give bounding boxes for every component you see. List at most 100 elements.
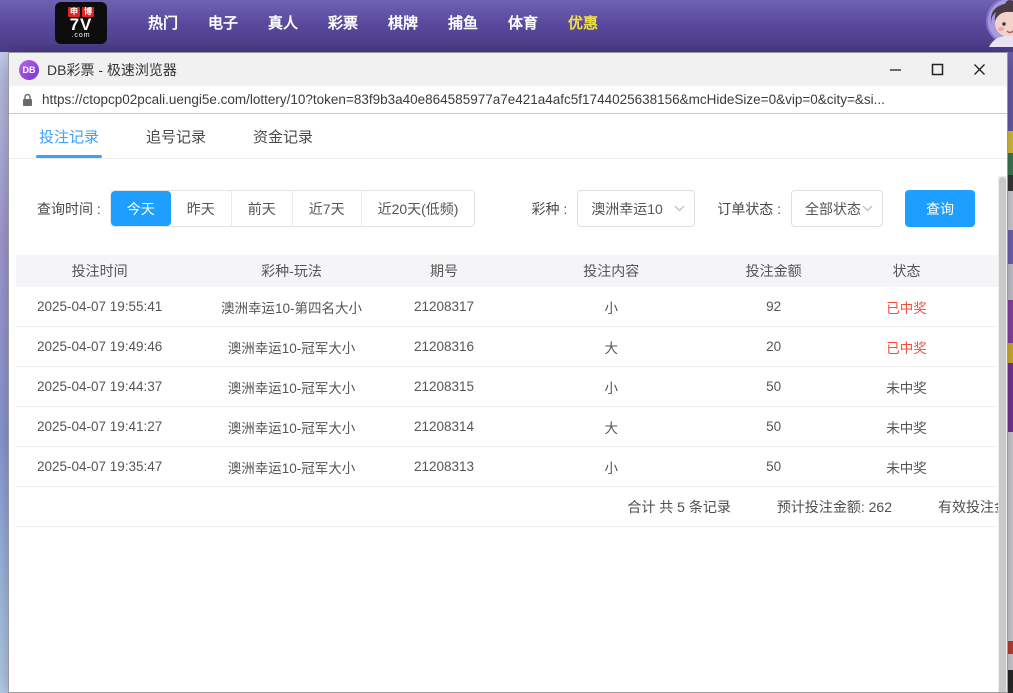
- header-game-play: 彩种-玩法: [183, 261, 399, 281]
- time-option-today[interactable]: 今天: [111, 191, 171, 226]
- cell-bet-content: 大: [488, 337, 734, 357]
- scrollbar-thumb[interactable]: [999, 177, 1006, 693]
- cell-issue: 21208315: [400, 379, 489, 394]
- cell-bet-time: 2025-04-07 19:35:47: [16, 459, 183, 474]
- search-button[interactable]: 查询: [905, 190, 975, 227]
- table-row: 2025-04-07 19:44:37 澳洲幸运10-冠军大小 21208315…: [16, 367, 1000, 407]
- url-bar: https://ctopcp02pcali.uengi5e.com/lotter…: [9, 86, 1007, 114]
- nav-item-promo[interactable]: 优惠: [553, 12, 613, 33]
- close-icon: [973, 63, 986, 76]
- time-option-last-7-days[interactable]: 近7天: [292, 191, 361, 226]
- window-controls: [881, 58, 997, 82]
- lock-icon: [22, 93, 33, 107]
- window-titlebar: DB DB彩票 - 极速浏览器: [9, 53, 1007, 86]
- lottery-filter-label: 彩种 :: [531, 199, 567, 219]
- header-bet-time: 投注时间: [16, 261, 183, 281]
- cell-issue: 21208314: [400, 419, 489, 434]
- maximize-button[interactable]: [923, 58, 951, 82]
- cell-bet-amount: 92: [734, 299, 813, 314]
- background-page-left-sliver: [0, 52, 8, 693]
- order-status-value: 全部状态: [805, 199, 861, 219]
- tab-fund-records[interactable]: 资金记录: [253, 114, 313, 158]
- cell-game-play: 澳洲幸运10-冠军大小: [183, 457, 399, 477]
- background-page-gap: [0, 45, 1013, 52]
- cell-game-play: 澳洲幸运10-冠军大小: [183, 377, 399, 397]
- nav-item-lottery[interactable]: 彩票: [313, 12, 373, 33]
- close-button[interactable]: [965, 58, 993, 82]
- chevron-down-icon: [862, 205, 873, 212]
- window-title: DB彩票 - 极速浏览器: [47, 60, 177, 80]
- table-summary-row: 合计 共 5 条记录 预计投注金额: 262 有效投注金额: [16, 487, 1008, 527]
- db-favicon: DB: [19, 60, 39, 80]
- cell-bet-time: 2025-04-07 19:55:41: [16, 299, 183, 314]
- time-option-day-before[interactable]: 前天: [231, 191, 292, 226]
- cell-bet-content: 小: [488, 377, 734, 397]
- header-issue: 期号: [400, 261, 489, 281]
- background-page-right-sliver: [1008, 52, 1013, 693]
- main-nav: 热门 电子 真人 彩票 棋牌 捕鱼 体育 优惠: [133, 12, 613, 33]
- page-content: 投注记录 追号记录 资金记录 查询时间 : 今天 昨天 前天 近7天 近20天(…: [9, 114, 1007, 692]
- cell-bet-amount: 50: [734, 459, 813, 474]
- maximize-icon: [931, 63, 944, 76]
- nav-item-hot[interactable]: 热门: [133, 12, 193, 33]
- nav-item-fishing[interactable]: 捕鱼: [433, 12, 493, 33]
- time-filter-label: 查询时间 :: [37, 199, 101, 219]
- cell-game-play: 澳洲幸运10-冠军大小: [183, 337, 399, 357]
- summary-expected-amount: 预计投注金额: 262: [777, 497, 892, 517]
- nav-item-slots[interactable]: 电子: [193, 12, 253, 33]
- tab-chase-records[interactable]: 追号记录: [146, 114, 206, 158]
- cell-bet-amount: 20: [734, 339, 813, 354]
- lottery-select[interactable]: 澳洲幸运10: [577, 190, 695, 227]
- status-filter-label: 订单状态 :: [717, 199, 781, 219]
- cell-bet-time: 2025-04-07 19:49:46: [16, 339, 183, 354]
- cell-bet-time: 2025-04-07 19:41:27: [16, 419, 183, 434]
- cell-bet-content: 大: [488, 417, 734, 437]
- minimize-icon: [889, 63, 902, 76]
- table-header-row: 投注时间 彩种-玩法 期号 投注内容 投注金额 状态: [16, 255, 1000, 287]
- cell-bet-time: 2025-04-07 19:44:37: [16, 379, 183, 394]
- header-bet-content: 投注内容: [488, 261, 734, 281]
- record-tabs: 投注记录 追号记录 资金记录: [9, 114, 1007, 159]
- table-row: 2025-04-07 19:55:41 澳洲幸运10-第四名大小 2120831…: [16, 287, 1000, 327]
- lottery-select-value: 澳洲幸运10: [591, 199, 663, 219]
- cell-bet-amount: 50: [734, 379, 813, 394]
- table-row: 2025-04-07 19:41:27 澳洲幸运10-冠军大小 21208314…: [16, 407, 1000, 447]
- browser-window: DB DB彩票 - 极速浏览器 https://ctopcp02pcali.ue…: [8, 52, 1008, 693]
- nav-item-cards[interactable]: 棋牌: [373, 12, 433, 33]
- cell-status: 未中奖: [813, 377, 1000, 397]
- cell-issue: 21208317: [400, 299, 489, 314]
- time-option-yesterday[interactable]: 昨天: [171, 191, 231, 226]
- bet-records-table: 投注时间 彩种-玩法 期号 投注内容 投注金额 状态 2025-04-07 19…: [9, 255, 1007, 527]
- summary-total-count: 合计 共 5 条记录: [627, 497, 730, 517]
- cell-bet-content: 小: [488, 457, 734, 477]
- table-row: 2025-04-07 19:49:46 澳洲幸运10-冠军大小 21208316…: [16, 327, 1000, 367]
- user-avatar[interactable]: [981, 0, 1013, 47]
- order-status-select[interactable]: 全部状态: [791, 190, 883, 227]
- cell-issue: 21208316: [400, 339, 489, 354]
- logo-suffix: .com: [71, 32, 90, 39]
- url-input[interactable]: https://ctopcp02pcali.uengi5e.com/lotter…: [42, 92, 994, 107]
- cell-game-play: 澳洲幸运10-冠军大小: [183, 417, 399, 437]
- chevron-down-icon: [674, 205, 685, 212]
- vertical-scrollbar[interactable]: [998, 176, 1007, 693]
- minimize-button[interactable]: [881, 58, 909, 82]
- filter-bar: 查询时间 : 今天 昨天 前天 近7天 近20天(低频) 彩种 : 澳洲幸运10…: [9, 190, 1007, 227]
- site-logo[interactable]: 申 博 7V .com: [55, 2, 107, 44]
- cell-game-play: 澳洲幸运10-第四名大小: [183, 297, 399, 317]
- header-status: 状态: [813, 261, 1000, 281]
- cell-status: 未中奖: [813, 417, 1000, 437]
- time-option-last-20-days[interactable]: 近20天(低频): [361, 191, 475, 226]
- nav-item-live[interactable]: 真人: [253, 12, 313, 33]
- cell-status: 未中奖: [813, 457, 1000, 477]
- header-bet-amount: 投注金额: [734, 261, 813, 281]
- cell-bet-content: 小: [488, 297, 734, 317]
- cell-issue: 21208313: [400, 459, 489, 474]
- avatar-image: [981, 0, 1013, 47]
- cell-status: 已中奖: [813, 297, 1000, 317]
- site-header: 申 博 7V .com 热门 电子 真人 彩票 棋牌 捕鱼 体育 优惠: [0, 0, 1013, 45]
- nav-item-sports[interactable]: 体育: [493, 12, 553, 33]
- cell-status: 已中奖: [813, 337, 1000, 357]
- logo-brand: 7V: [70, 17, 93, 32]
- table-row: 2025-04-07 19:35:47 澳洲幸运10-冠军大小 21208313…: [16, 447, 1000, 487]
- tab-bet-records[interactable]: 投注记录: [39, 114, 99, 158]
